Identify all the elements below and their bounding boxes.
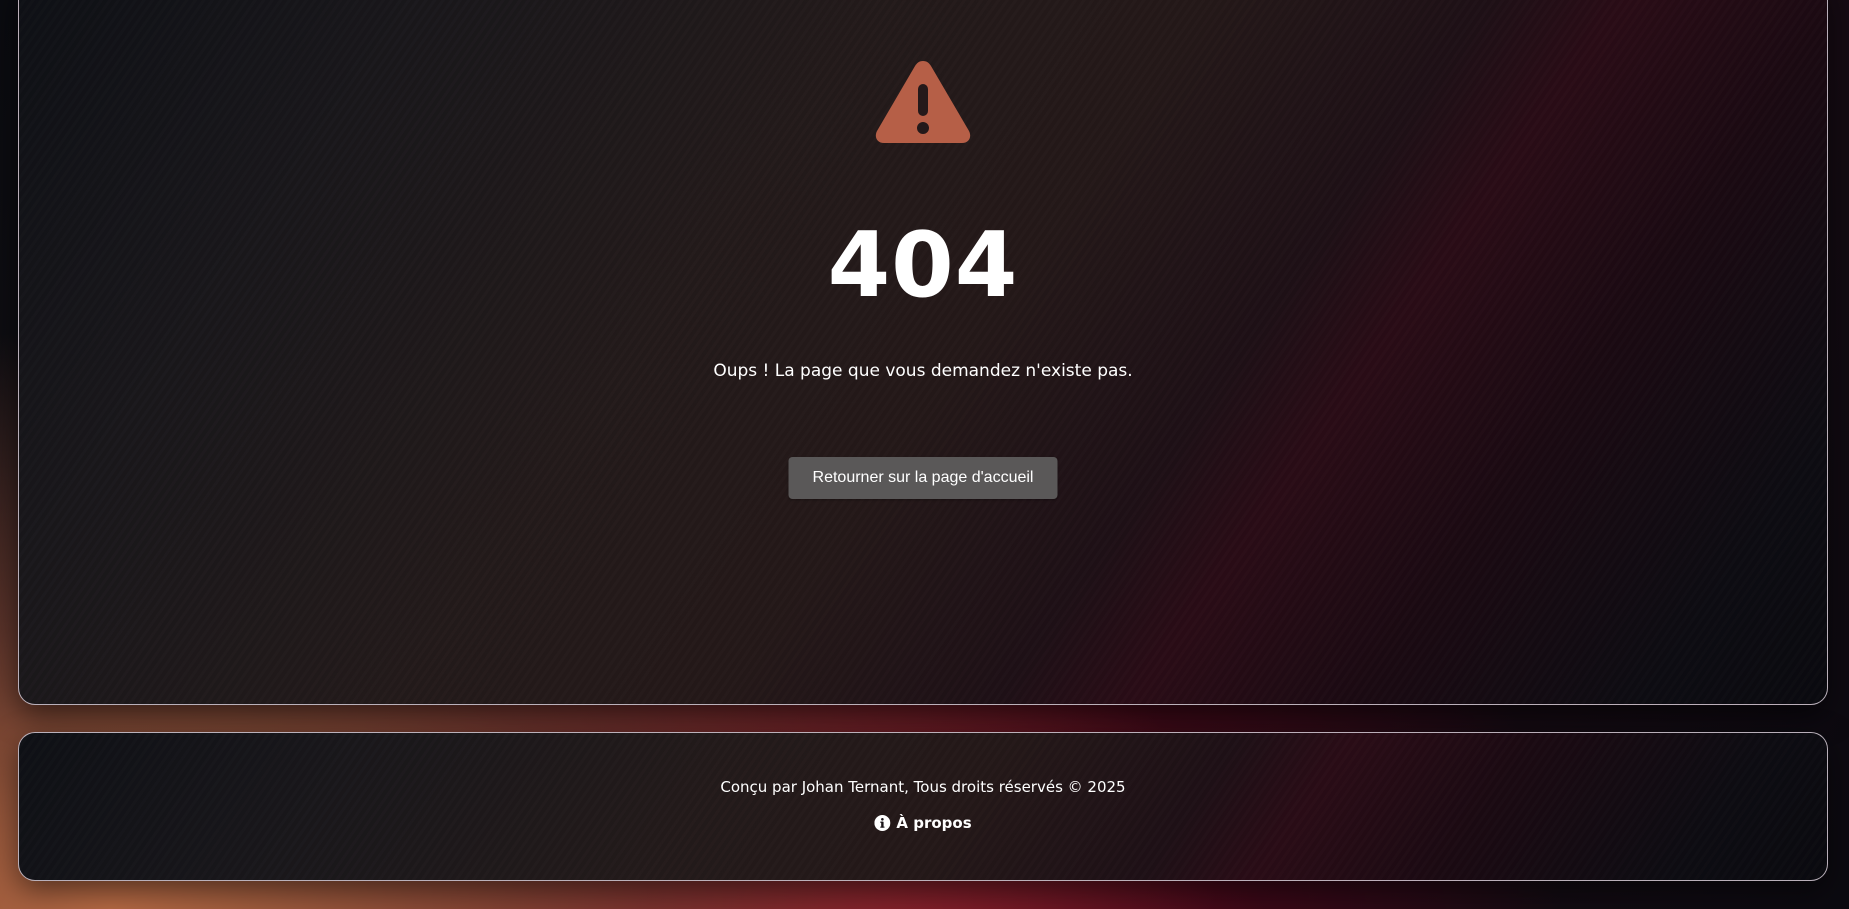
about-label: À propos [896,814,972,832]
footer-credits: Conçu par Johan Ternant, Tous droits rés… [720,778,1126,796]
home-button[interactable]: Retourner sur la page d'accueil [788,457,1058,499]
footer: Conçu par Johan Ternant, Tous droits rés… [18,732,1828,881]
about-link[interactable]: À propos [874,813,972,833]
footer-content: Conçu par Johan Ternant, Tous droits rés… [19,733,1827,880]
warning-triangle-icon [875,61,971,143]
error-content: 404 Oups ! La page que vous demandez n'e… [19,0,1827,704]
info-circle-icon [874,815,891,831]
error-code: 404 [827,213,1019,318]
error-panel: 404 Oups ! La page que vous demandez n'e… [18,0,1828,705]
error-message: Oups ! La page que vous demandez n'exist… [713,361,1133,381]
